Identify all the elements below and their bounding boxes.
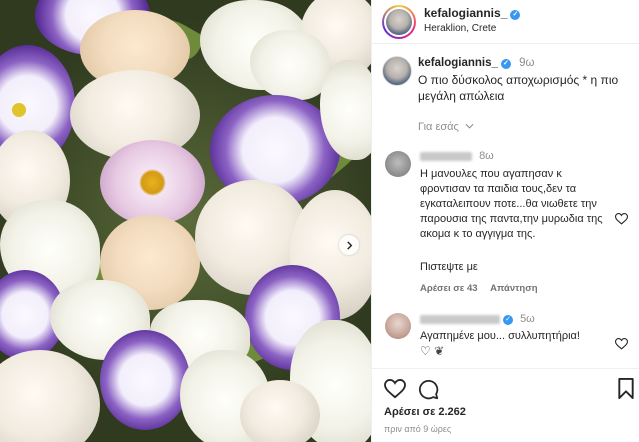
- verified-badge-icon: ✓: [510, 10, 521, 20]
- verified-badge-icon: ✓: [500, 59, 511, 69]
- comment-emoji: ♡ ❦: [420, 344, 445, 358]
- daisy-flower: [100, 140, 205, 225]
- comment-like-heart-icon[interactable]: [615, 213, 628, 225]
- comment-text: Η μανουλες που αγαπησαν κ φροντισαν τα π…: [420, 168, 603, 240]
- comment-username-hidden[interactable]: [420, 314, 500, 324]
- flower-center: [12, 103, 26, 117]
- lisianthus-flower: [100, 330, 190, 430]
- comment-time: 5ω: [520, 313, 535, 325]
- caption-text: Ο πιο δύσκολος αποχωρισμός * η πιο μεγάλ…: [418, 73, 619, 103]
- comment-header: ✓ 5ω: [420, 313, 535, 325]
- chevron-right-icon: [346, 240, 352, 250]
- caption-username[interactable]: kefalogiannis_ ✓ 9ω: [418, 57, 534, 69]
- bookmark-icon[interactable]: [618, 378, 634, 399]
- heart-icon[interactable]: [384, 379, 406, 399]
- post-actions-bar: [372, 368, 639, 408]
- post-photo[interactable]: [0, 0, 371, 442]
- post-location[interactable]: Heraklion, Crete: [424, 23, 496, 34]
- likes-count[interactable]: Αρέσει σε 2.262: [384, 406, 466, 418]
- comment-meta: Αρέσει σε 43 Απάντηση: [420, 283, 538, 294]
- for-you-toggle[interactable]: Για εσάς: [418, 121, 474, 133]
- reply-button[interactable]: Απάντηση: [490, 283, 537, 294]
- rose-flower: [0, 350, 100, 442]
- comment-time: 8ω: [479, 150, 494, 162]
- chevron-down-icon: [465, 123, 474, 129]
- comment-text: Αγαπημένε μου... συλλυπητήρια!: [420, 330, 580, 342]
- post-header: kefalogiannis_ ✓ Heraklion, Crete: [372, 0, 639, 44]
- verified-badge-icon: ✓: [503, 315, 513, 325]
- comment-likes[interactable]: Αρέσει σε 43: [420, 283, 478, 294]
- carousel-next-button[interactable]: [339, 235, 359, 255]
- post-side-panel: kefalogiannis_ ✓ Heraklion, Crete kefalog…: [371, 0, 639, 442]
- caption-time: 9ω: [519, 57, 535, 69]
- rose-flower: [240, 380, 320, 442]
- comment-header: 8ω: [420, 150, 494, 162]
- caption-avatar[interactable]: [382, 56, 412, 86]
- post-time-ago: πριν από 9 ώρες: [384, 424, 452, 434]
- comment-username-hidden[interactable]: [420, 151, 472, 161]
- comment-icon[interactable]: [418, 379, 439, 400]
- comment-like-heart-icon[interactable]: [615, 338, 628, 350]
- author-username[interactable]: kefalogiannis_ ✓: [424, 6, 521, 20]
- comment-text-continued: Πιστεψτε με: [420, 261, 478, 273]
- author-avatar[interactable]: [382, 5, 416, 39]
- comment-avatar[interactable]: [385, 151, 411, 177]
- comment-avatar[interactable]: [385, 313, 411, 339]
